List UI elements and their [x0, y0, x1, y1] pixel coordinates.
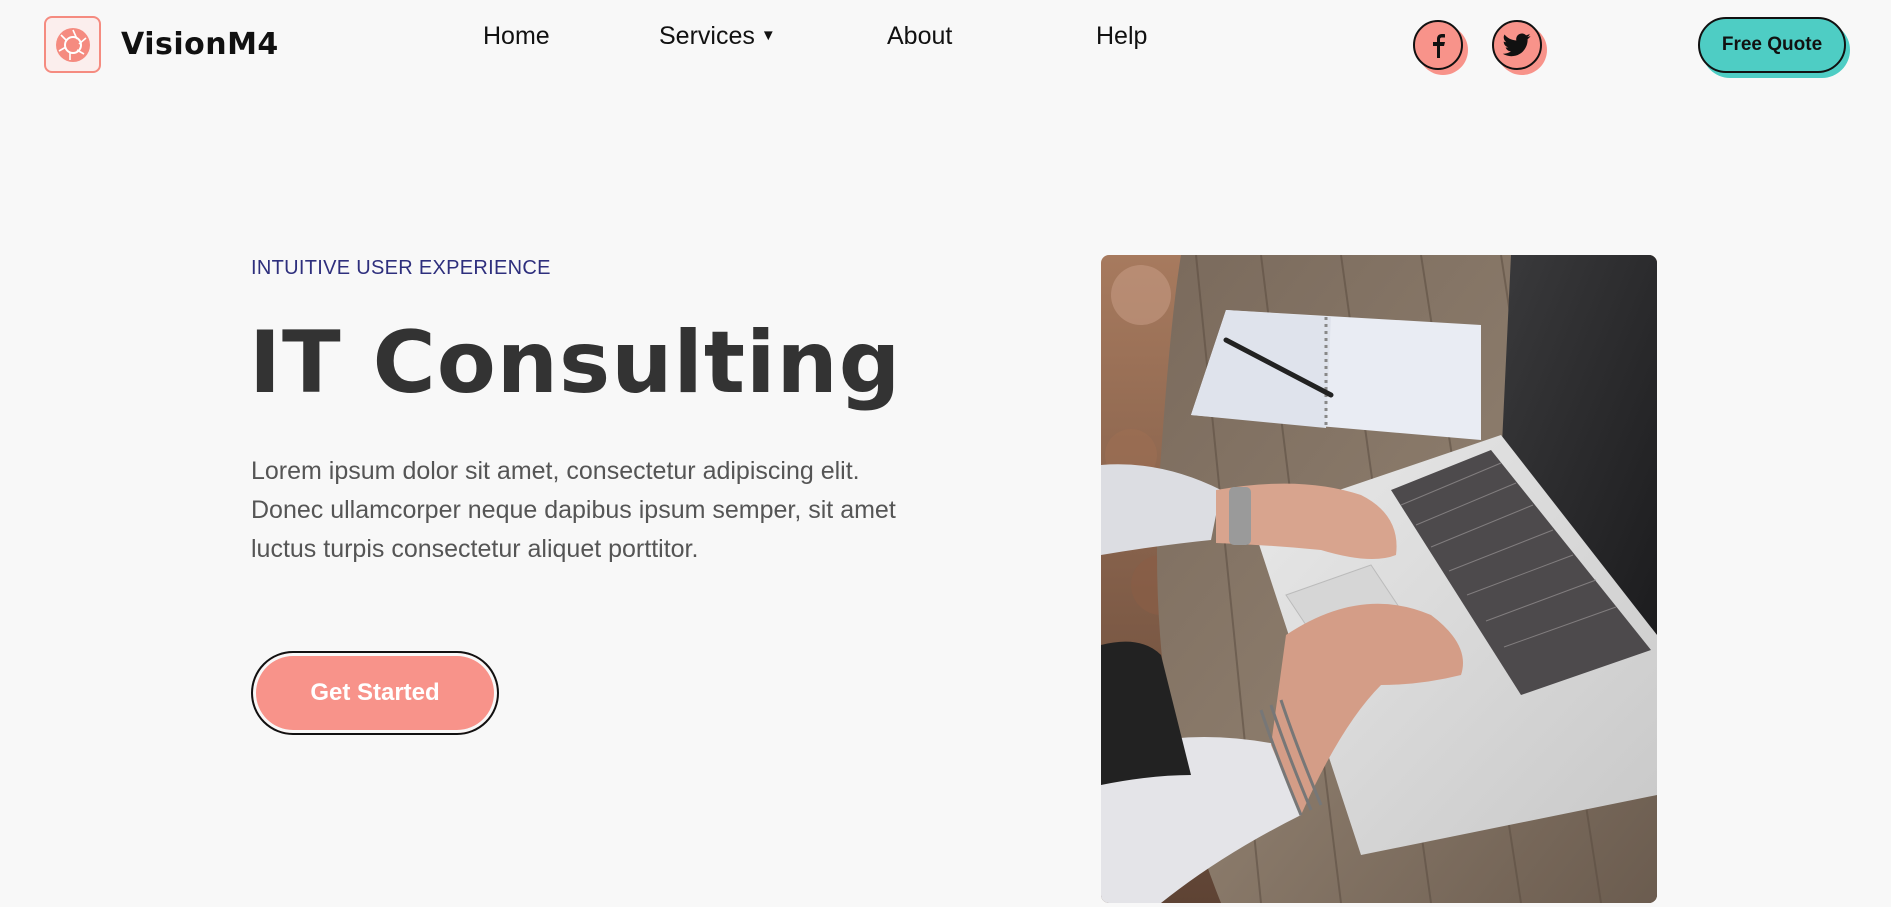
hero-image	[1101, 255, 1657, 903]
nav-about-label: About	[887, 22, 953, 50]
brand-name: VisionM4	[121, 27, 279, 62]
nav-about[interactable]: About	[887, 22, 952, 51]
twitter-icon	[1492, 20, 1542, 70]
nav-home[interactable]: Home	[483, 22, 550, 51]
nav-help-label: Help	[1096, 22, 1148, 50]
get-started-wrapper: Get Started	[251, 651, 501, 736]
hero-description-line-3: luctus turpis consectetur aliquet portti…	[251, 535, 699, 563]
get-started-button[interactable]: Get Started	[251, 651, 499, 735]
free-quote-wrapper: Free Quote	[1698, 17, 1850, 78]
twitter-link[interactable]	[1492, 20, 1547, 75]
free-quote-button[interactable]: Free Quote	[1698, 17, 1846, 73]
hero-title: IT Consulting	[249, 313, 902, 413]
page: VisionM4 Home Services ▼ About Help Free …	[0, 0, 1891, 907]
facebook-link[interactable]	[1413, 20, 1468, 75]
brand-logo[interactable]: VisionM4	[44, 16, 279, 73]
camera-aperture-icon	[44, 16, 101, 73]
nav-home-label: Home	[483, 22, 550, 50]
nav-services-label: Services	[659, 22, 755, 50]
caret-down-icon: ▼	[760, 27, 776, 44]
hero-description-line-2: Donec ullamcorper neque dapibus ipsum se…	[251, 496, 896, 524]
nav-services[interactable]: Services ▼	[659, 22, 776, 51]
nav-help[interactable]: Help	[1096, 22, 1147, 51]
facebook-icon	[1413, 20, 1463, 70]
hero-description-line-1: Lorem ipsum dolor sit amet, consectetur …	[251, 457, 860, 485]
hero-description: Lorem ipsum dolor sit amet, consectetur …	[251, 452, 951, 569]
hero-eyebrow: INTUITIVE USER EXPERIENCE	[251, 257, 551, 279]
